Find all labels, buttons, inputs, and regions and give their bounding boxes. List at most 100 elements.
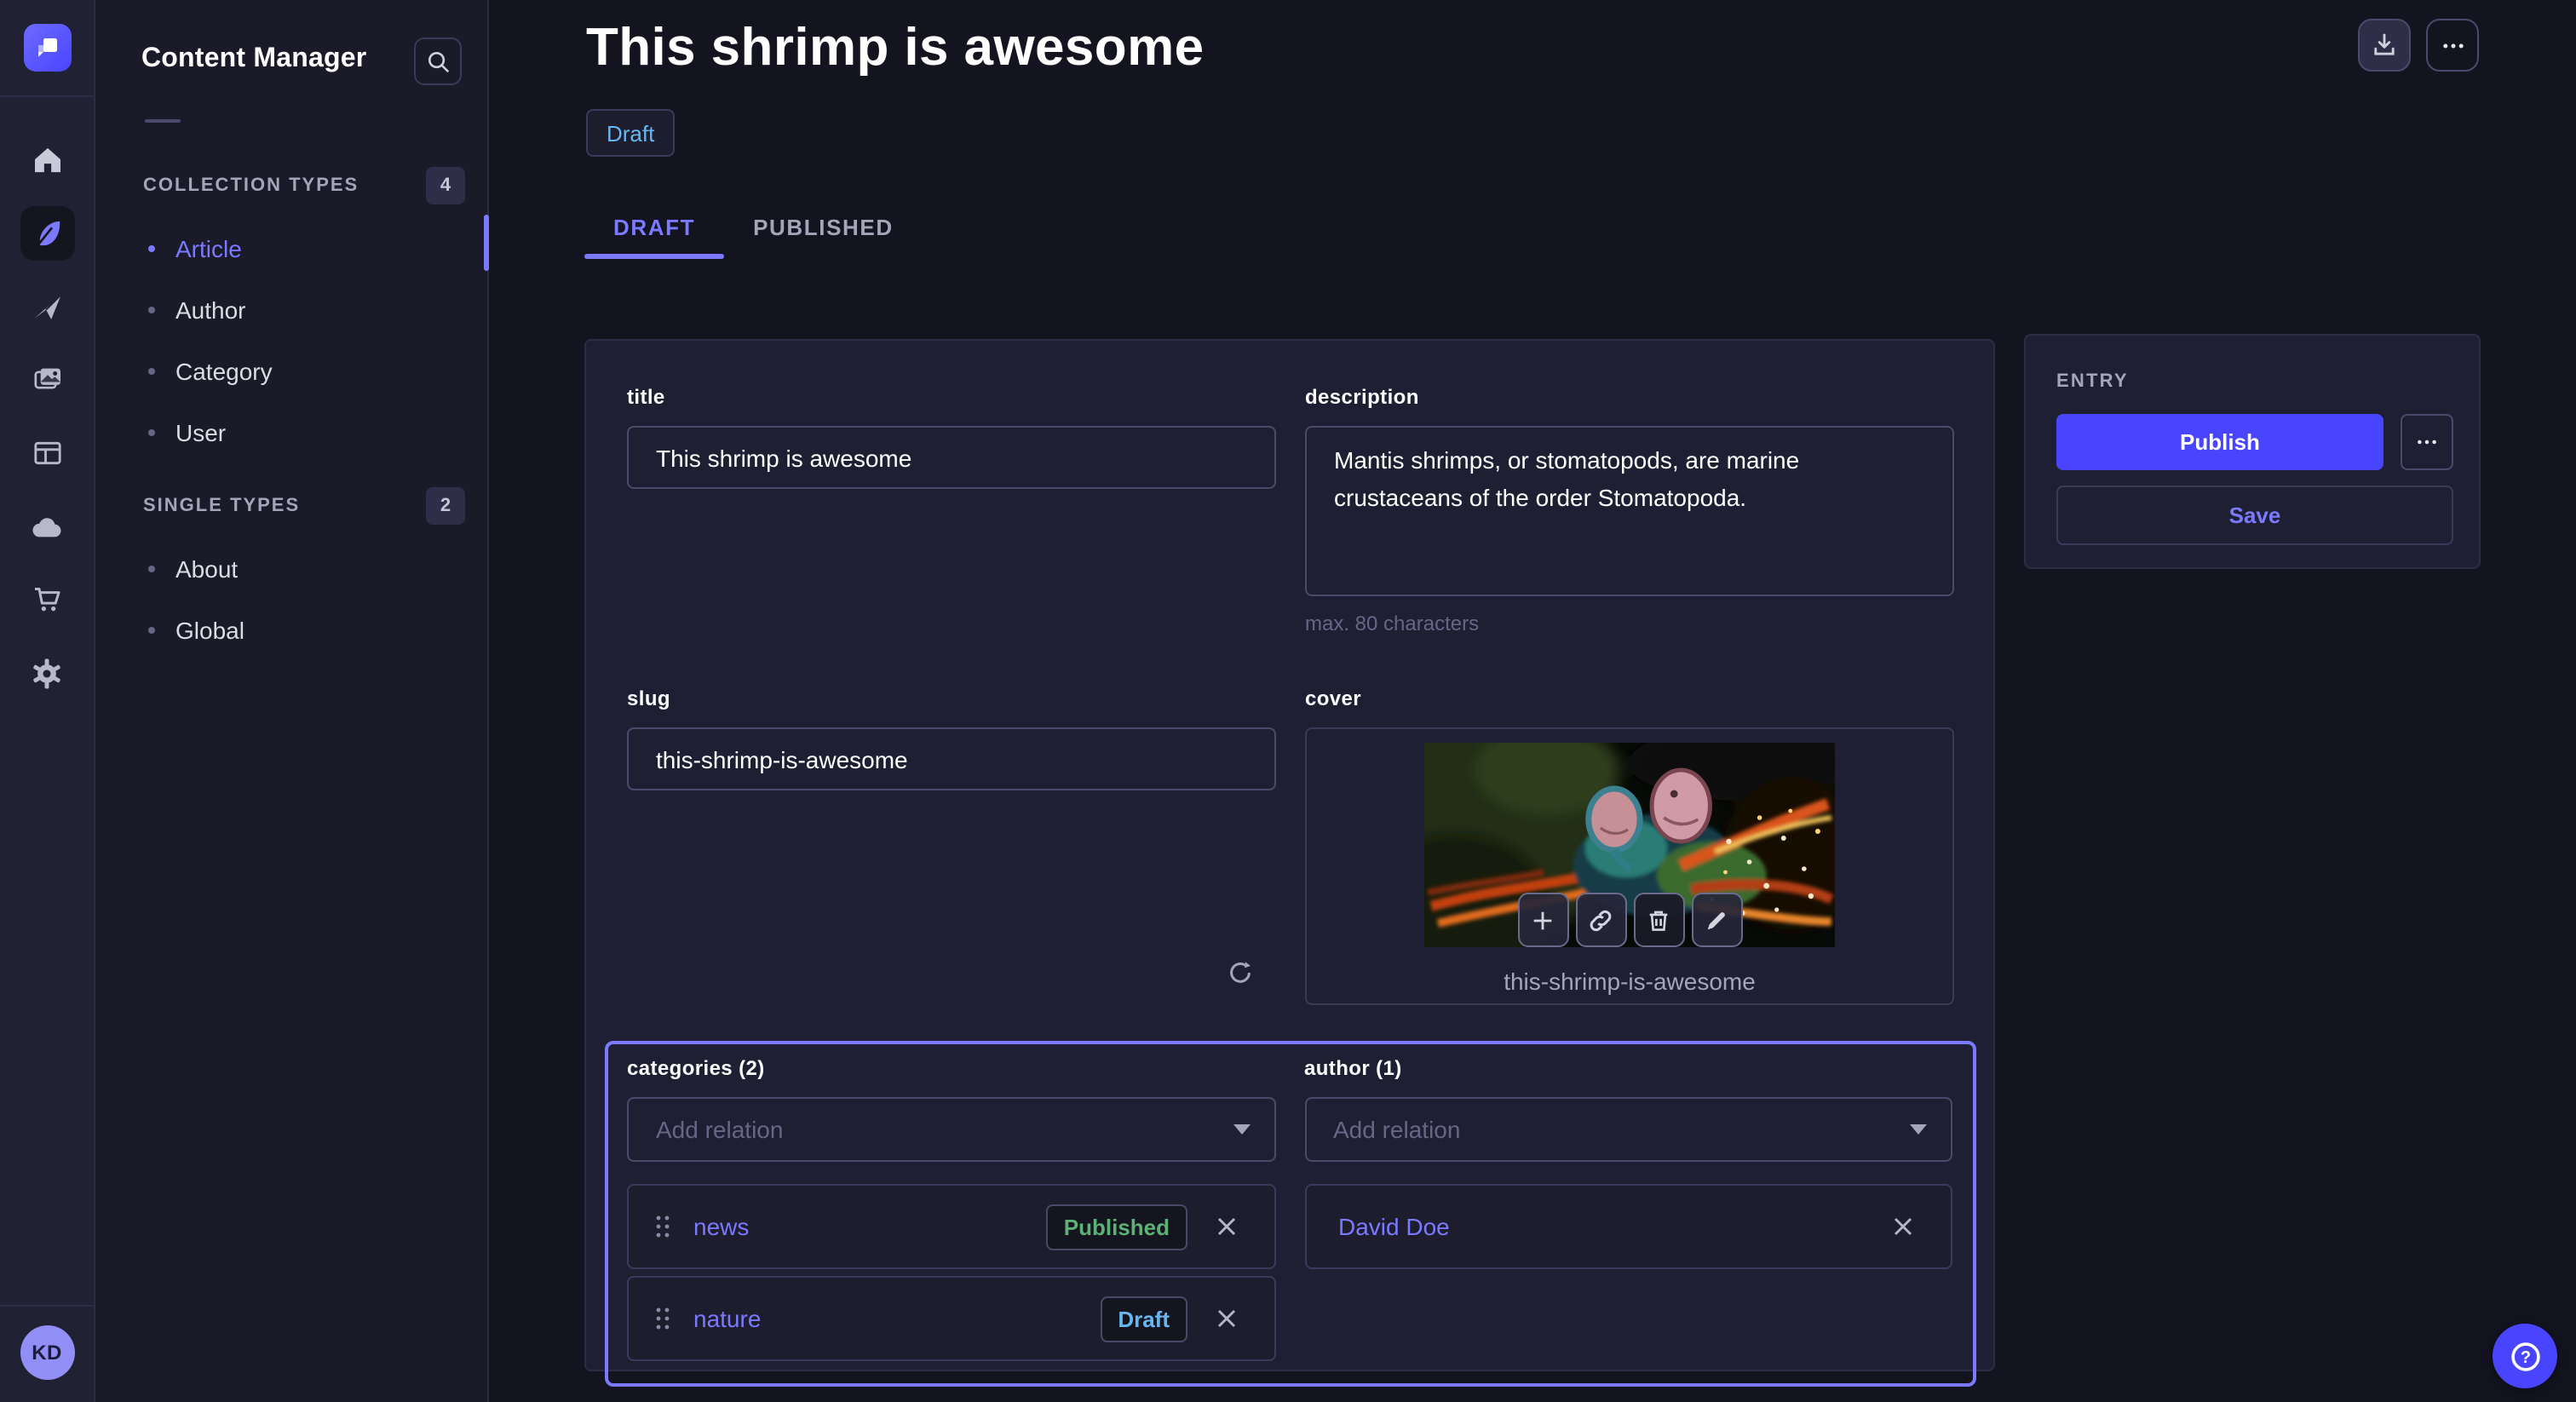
collection-types-section: COLLECTION TYPES 4 Article Author Catego…: [95, 167, 487, 463]
title-label: title: [627, 385, 665, 409]
entry-more-button[interactable]: [2401, 414, 2453, 470]
entry-panel: ENTRY Publish Save: [2024, 334, 2481, 569]
drag-handle-icon[interactable]: [653, 1213, 673, 1240]
pencil-icon[interactable]: [1691, 893, 1742, 947]
relation-link[interactable]: David Doe: [1338, 1213, 1450, 1240]
download-button[interactable]: [2358, 19, 2411, 72]
edit-form-card: title description Mantis shrimps, or sto…: [584, 339, 1995, 1371]
user-avatar[interactable]: KD: [20, 1325, 74, 1380]
author-add-relation[interactable]: Add relation: [1304, 1097, 1952, 1162]
refresh-icon[interactable]: [1225, 957, 1256, 988]
relation-status-badge: Published: [1047, 1204, 1187, 1250]
tab-draft[interactable]: DRAFT: [584, 204, 724, 259]
collection-types-count: 4: [426, 167, 465, 204]
relation-link[interactable]: nature: [693, 1305, 761, 1332]
status-badge: Draft: [586, 109, 675, 157]
bullet-icon: [148, 566, 155, 572]
relation-row-david-doe: David Doe: [1304, 1184, 1952, 1269]
bullet-icon: [148, 627, 155, 634]
collection-types-label: COLLECTION TYPES: [143, 175, 359, 196]
single-types-count: 2: [426, 487, 465, 525]
description-textarea[interactable]: Mantis shrimps, or stomatopods, are mari…: [1305, 426, 1954, 596]
nav-divider: [0, 95, 95, 97]
title-field: title: [627, 382, 1276, 635]
entry-panel-label: ENTRY: [2056, 371, 2453, 392]
categories-field: categories (2) Add relation news Publish…: [627, 1053, 1275, 1361]
chevron-down-icon: [1233, 1124, 1250, 1135]
remove-relation-icon[interactable]: [1207, 1208, 1245, 1245]
relation-row-news: news Published: [627, 1184, 1275, 1269]
add-relation-placeholder: Add relation: [1333, 1116, 1910, 1143]
nav-bottom-divider: [0, 1305, 95, 1307]
bullet-icon: [148, 245, 155, 252]
svg-text:?: ?: [2520, 1347, 2530, 1366]
sidebar-item-author[interactable]: Author: [95, 279, 487, 341]
top-actions: [2358, 19, 2479, 72]
sidebar-item-category[interactable]: Category: [95, 341, 487, 402]
single-types-label: SINGLE TYPES: [143, 496, 300, 516]
paper-plane-icon[interactable]: [20, 279, 74, 334]
description-label: description: [1305, 385, 1419, 409]
cover-label: cover: [1305, 687, 1361, 710]
trash-icon[interactable]: [1633, 893, 1684, 947]
drag-handle-icon[interactable]: [653, 1305, 673, 1332]
sidebar-item-label: User: [175, 419, 226, 446]
single-types-section: SINGLE TYPES 2 About Global: [95, 487, 487, 661]
sidebar-item-about[interactable]: About: [95, 538, 487, 600]
relation-link[interactable]: news: [693, 1213, 749, 1240]
bullet-icon: [148, 307, 155, 313]
feather-icon[interactable]: [20, 206, 74, 261]
sidebar-rule: [145, 119, 181, 123]
remove-relation-icon[interactable]: [1207, 1300, 1245, 1337]
app-root: KD Content Manager COLLECTION TYPES 4 Ar…: [0, 0, 2576, 1402]
relations-highlight-box: categories (2) Add relation news Publish…: [605, 1041, 1976, 1387]
ellipsis-icon: [2439, 32, 2466, 59]
title-input[interactable]: [627, 426, 1276, 489]
slug-label: slug: [627, 687, 670, 710]
sidebar-item-user[interactable]: User: [95, 402, 487, 463]
cover-field: cover: [1305, 683, 1954, 1005]
categories-label: categories (2): [627, 1056, 765, 1080]
nav-buttons: [20, 114, 74, 700]
ellipsis-icon: [2414, 429, 2440, 455]
sidebar-item-label: About: [175, 555, 238, 583]
strapi-logo-icon[interactable]: [23, 24, 71, 72]
relation-row-nature: nature Draft: [627, 1276, 1275, 1361]
sidebar-item-label: Author: [175, 296, 246, 324]
bullet-icon: [148, 429, 155, 436]
slug-input[interactable]: [627, 727, 1276, 790]
layout-icon[interactable]: [20, 426, 74, 480]
help-button[interactable]: ?: [2493, 1324, 2557, 1388]
tab-published[interactable]: PUBLISHED: [724, 204, 923, 259]
home-icon[interactable]: [20, 133, 74, 187]
cover-box: this-shrimp-is-awesome: [1305, 727, 1954, 1005]
page-title: This shrimp is awesome: [586, 17, 1205, 78]
sidebar-item-label: Global: [175, 617, 244, 644]
description-field: description Mantis shrimps, or stomatopo…: [1305, 382, 1954, 635]
save-button[interactable]: Save: [2056, 486, 2453, 545]
primary-nav: KD: [0, 0, 95, 1402]
sidebar-item-global[interactable]: Global: [95, 600, 487, 661]
categories-add-relation[interactable]: Add relation: [627, 1097, 1275, 1162]
version-tabs: DRAFT PUBLISHED: [584, 204, 923, 259]
sidebar-item-article[interactable]: Article: [95, 218, 487, 279]
cover-caption: this-shrimp-is-awesome: [1504, 968, 1756, 995]
search-icon: [425, 49, 451, 74]
link-icon[interactable]: [1575, 893, 1626, 947]
search-button[interactable]: [414, 37, 462, 85]
download-icon: [2370, 31, 2399, 60]
sidebar-item-label: Category: [175, 358, 273, 385]
sidebar-title: Content Manager: [141, 44, 366, 75]
relation-status-badge: Draft: [1101, 1296, 1187, 1342]
bullet-icon: [148, 368, 155, 375]
gear-icon[interactable]: [20, 646, 74, 700]
cart-icon[interactable]: [20, 572, 74, 627]
remove-relation-icon[interactable]: [1884, 1208, 1922, 1245]
media-library-icon[interactable]: [20, 353, 74, 407]
content-manager-sidebar: Content Manager COLLECTION TYPES 4 Artic…: [95, 0, 489, 1402]
more-actions-button[interactable]: [2426, 19, 2479, 72]
cloud-icon[interactable]: [20, 499, 74, 554]
plus-icon[interactable]: [1517, 893, 1568, 947]
publish-button[interactable]: Publish: [2056, 414, 2383, 470]
author-label: author (1): [1304, 1056, 1402, 1080]
